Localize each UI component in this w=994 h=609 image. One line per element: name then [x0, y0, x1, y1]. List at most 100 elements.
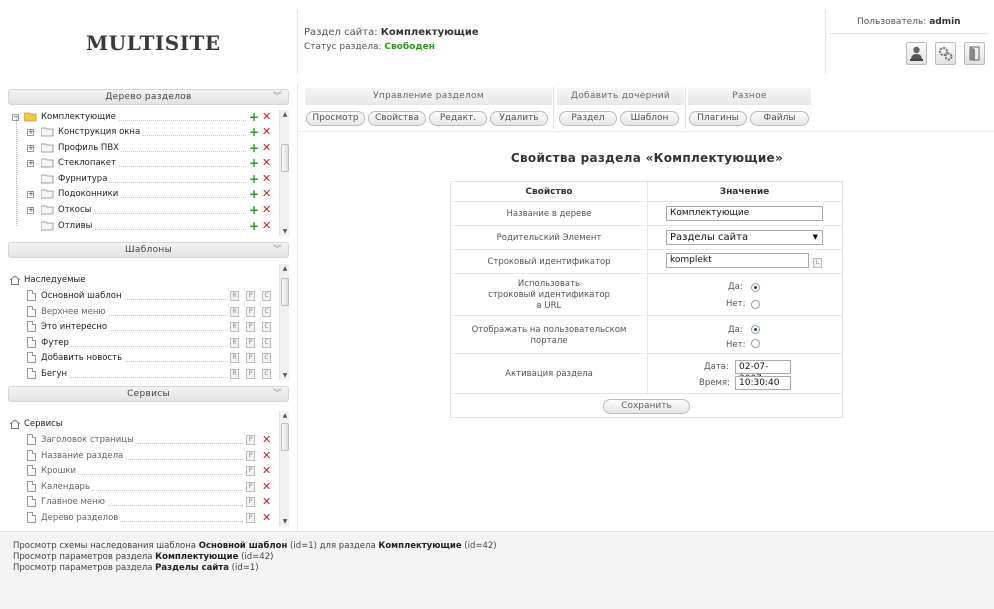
- add-icon[interactable]: +: [249, 172, 259, 186]
- delete-icon[interactable]: ✕: [262, 511, 271, 525]
- delete-icon[interactable]: ✕: [262, 187, 271, 201]
- tree-item[interactable]: Отливы + ✕: [8, 210, 278, 234]
- delete-button[interactable]: Удалить: [490, 111, 548, 126]
- template-flag-r-button[interactable]: R: [230, 353, 239, 364]
- template-flag-c-button[interactable]: C: [262, 322, 271, 333]
- tree-item[interactable]: + Откосы + ✕: [8, 195, 278, 218]
- template-flag-r-button[interactable]: R: [230, 291, 239, 301]
- files-button[interactable]: Файлы: [750, 111, 809, 126]
- scroll-up-icon[interactable]: ▲: [280, 264, 289, 273]
- template-flag-c-button[interactable]: C: [262, 353, 271, 364]
- service-item[interactable]: Заголовок страницы P ✕: [8, 433, 278, 448]
- delete-icon[interactable]: ✕: [262, 203, 271, 217]
- add-icon[interactable]: +: [249, 125, 259, 139]
- template-flag-p-button[interactable]: P: [246, 306, 255, 317]
- service-item[interactable]: Название раздела P ✕: [8, 448, 278, 464]
- time-input[interactable]: 10:30:40: [735, 376, 791, 390]
- scroll-down-icon[interactable]: ▼: [280, 517, 289, 526]
- service-flag-p-button[interactable]: P: [246, 513, 255, 523]
- add-icon[interactable]: +: [249, 203, 259, 217]
- collapse-icon[interactable]: ︾: [273, 387, 282, 401]
- date-input[interactable]: 02-07-2007: [735, 360, 791, 384]
- template-item[interactable]: Основной шаблон R P C: [8, 289, 278, 304]
- services-scrollbar[interactable]: ▲ ▼: [279, 411, 289, 526]
- delete-icon[interactable]: ✕: [262, 433, 271, 447]
- properties-button[interactable]: Свойства: [368, 111, 426, 126]
- delete-icon[interactable]: ✕: [262, 156, 271, 170]
- template-item[interactable]: Добавить новость R P C: [8, 351, 278, 367]
- template-flag-r-button[interactable]: R: [230, 369, 239, 379]
- add-template-button[interactable]: Шаблон: [620, 111, 679, 126]
- template-flag-p-button[interactable]: P: [246, 353, 255, 364]
- add-icon[interactable]: +: [249, 141, 259, 155]
- service-item[interactable]: Крошки P ✕: [8, 464, 278, 480]
- service-item[interactable]: Главное меню P ✕: [8, 495, 278, 511]
- template-flag-p-button[interactable]: P: [246, 369, 255, 379]
- string-id-link-button[interactable]: L: [813, 258, 822, 268]
- template-item[interactable]: Верхнее меню R P C: [8, 304, 278, 320]
- template-item[interactable]: Бегун R P C: [8, 367, 278, 382]
- save-button[interactable]: Сохранить: [603, 399, 690, 414]
- template-flag-r-button[interactable]: R: [230, 337, 239, 348]
- delete-icon[interactable]: ✕: [262, 449, 271, 463]
- use-url-yes-radio[interactable]: [751, 283, 760, 292]
- tree-root[interactable]: − Комплектующие + ✕: [8, 110, 278, 125]
- delete-icon[interactable]: ✕: [262, 172, 271, 186]
- add-icon[interactable]: +: [249, 156, 259, 170]
- delete-icon[interactable]: ✕: [262, 141, 271, 155]
- template-flag-c-button[interactable]: C: [262, 306, 271, 317]
- scroll-thumb[interactable]: [281, 144, 289, 172]
- string-id-input[interactable]: komplekt: [666, 253, 809, 268]
- service-flag-p-button[interactable]: P: [246, 481, 255, 492]
- tree-panel-header[interactable]: Дерево разделов ︾: [8, 89, 289, 105]
- template-flag-p-button[interactable]: P: [246, 337, 255, 348]
- show-portal-no-radio[interactable]: [751, 339, 760, 348]
- collapse-icon[interactable]: ︾: [273, 243, 282, 257]
- delete-icon[interactable]: ✕: [262, 480, 271, 494]
- scroll-down-icon[interactable]: ▼: [280, 371, 289, 380]
- service-item[interactable]: Календарь P ✕: [8, 479, 278, 495]
- template-flag-c-button[interactable]: C: [262, 291, 271, 301]
- tree-item[interactable]: + Конструкция окна + ✕: [8, 117, 278, 140]
- delete-icon[interactable]: ✕: [262, 464, 271, 478]
- template-flag-c-button[interactable]: C: [262, 369, 271, 379]
- service-item[interactable]: Дерево разделов P ✕: [8, 511, 278, 526]
- tree-item[interactable]: + Стеклопакет + ✕: [8, 148, 278, 172]
- tree-item[interactable]: Фурнитура + ✕: [8, 163, 278, 187]
- plugins-button[interactable]: Плагины: [689, 111, 747, 126]
- expand-toggle[interactable]: +: [27, 191, 34, 199]
- scroll-down-icon[interactable]: ▼: [280, 227, 289, 236]
- template-flag-r-button[interactable]: R: [230, 322, 239, 333]
- delete-icon[interactable]: ✕: [262, 125, 271, 139]
- profile-button[interactable]: [906, 42, 927, 65]
- expand-toggle[interactable]: +: [27, 129, 34, 136]
- template-flag-r-button[interactable]: R: [230, 306, 239, 317]
- scroll-thumb[interactable]: [281, 423, 289, 451]
- template-flag-p-button[interactable]: P: [246, 322, 255, 333]
- scroll-up-icon[interactable]: ▲: [280, 110, 289, 119]
- add-icon[interactable]: +: [249, 110, 259, 124]
- service-flag-p-button[interactable]: P: [246, 497, 255, 508]
- expand-toggle[interactable]: +: [27, 207, 34, 214]
- collapse-icon[interactable]: ︾: [273, 90, 282, 104]
- edit-button[interactable]: Редакт.: [429, 111, 487, 126]
- template-flag-p-button[interactable]: P: [246, 291, 255, 301]
- service-flag-p-button[interactable]: P: [246, 435, 255, 445]
- show-portal-yes-radio[interactable]: [751, 325, 760, 334]
- delete-icon[interactable]: ✕: [262, 110, 271, 124]
- service-flag-p-button[interactable]: P: [246, 466, 255, 477]
- tree-name-input[interactable]: Комплектующие: [666, 206, 823, 221]
- templates-scrollbar[interactable]: ▲ ▼: [279, 264, 289, 380]
- delete-icon[interactable]: ✕: [262, 495, 271, 509]
- template-item[interactable]: Футер R P C: [8, 335, 278, 351]
- settings-button[interactable]: [935, 42, 956, 65]
- logout-button[interactable]: [964, 42, 985, 65]
- view-button[interactable]: Просмотр: [306, 111, 365, 126]
- tree-item[interactable]: + Профиль ПВХ + ✕: [8, 132, 278, 156]
- tree-item[interactable]: + Подоконники + ✕: [8, 179, 278, 203]
- expand-toggle[interactable]: +: [27, 144, 34, 152]
- service-flag-p-button[interactable]: P: [246, 450, 255, 461]
- use-url-no-radio[interactable]: [751, 300, 760, 309]
- services-panel-header[interactable]: Сервисы ︾: [8, 386, 289, 402]
- scroll-up-icon[interactable]: ▲: [280, 411, 289, 420]
